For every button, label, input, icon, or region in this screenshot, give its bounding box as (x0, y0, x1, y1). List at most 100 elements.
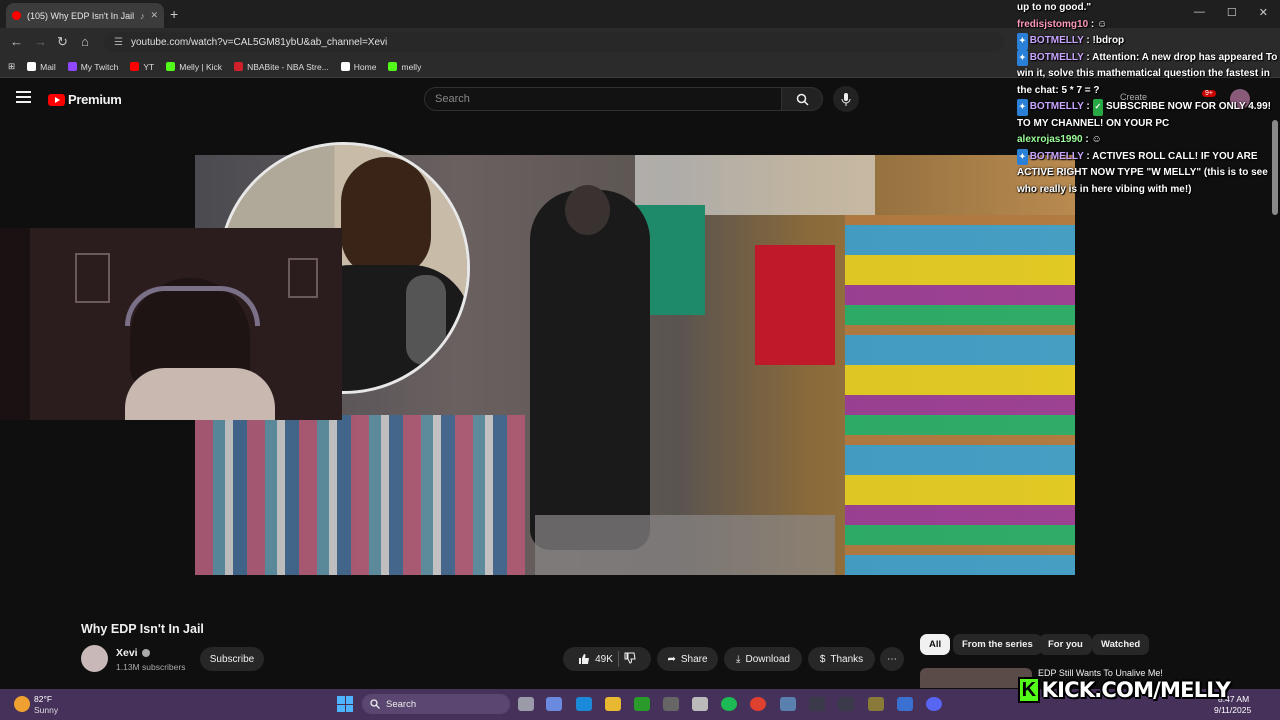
store-shelf-right (845, 215, 1075, 575)
chip-for-you[interactable]: For you (1039, 634, 1092, 655)
youtube-logo[interactable]: Premium (48, 92, 122, 107)
search-icon (370, 699, 380, 709)
weather-sun-icon[interactable] (14, 696, 30, 712)
more-actions-button[interactable]: ⋯ (880, 647, 904, 671)
dislike-button[interactable] (624, 652, 636, 667)
apps-grid-icon[interactable]: ⊞ (8, 61, 15, 72)
new-tab-button[interactable]: + (170, 6, 178, 22)
tab-audio-icon[interactable]: ♪ (140, 11, 145, 21)
chat-message: ✦ BOTMELLY : !bdrop (1017, 33, 1280, 50)
file-explorer-icon[interactable] (605, 697, 621, 711)
voice-search-button[interactable] (833, 86, 859, 112)
x-icon (340, 62, 350, 71)
download-button[interactable]: ⤓ Download (724, 647, 802, 671)
bookmark-mail[interactable]: Mail (27, 62, 56, 72)
chat-username: BOTMELLY (1029, 150, 1084, 162)
nba-icon (234, 62, 244, 71)
weather-description[interactable]: Sunny (34, 705, 58, 715)
emote-icon: ☺ (1091, 134, 1102, 145)
app-icon-blue[interactable] (897, 697, 913, 711)
chat-username: fredisjstomg10 (1017, 18, 1089, 30)
taskbar-clock-date[interactable]: 9/11/2025 (1214, 705, 1251, 715)
twitch-icon (67, 62, 77, 71)
edge-icon[interactable] (576, 697, 592, 711)
chip-all[interactable]: All (920, 634, 951, 655)
thanks-button[interactable]: $ Thanks (808, 647, 875, 671)
app-icon[interactable] (868, 697, 884, 711)
chip-watched[interactable]: Watched (1092, 634, 1150, 655)
chat-message: alexrojas1990 : ☺ (1017, 134, 1102, 145)
task-view-icon[interactable] (518, 697, 534, 711)
bookmark-home[interactable]: Home (340, 62, 376, 72)
download-icon: ⤓ (736, 653, 741, 665)
reactor-head (341, 157, 431, 277)
kick-logo-icon: K (1018, 677, 1040, 703)
weather-temperature[interactable]: 82°F (34, 694, 52, 704)
browser-tab[interactable]: (105) Why EDP Isn't In Jail ♪ ✕ (6, 3, 164, 28)
chat-message: up to no good." (1017, 2, 1092, 13)
microphone-prop (406, 275, 446, 365)
media-player-icon[interactable] (809, 697, 825, 711)
search-input[interactable]: Search (424, 87, 782, 111)
copilot-icon[interactable] (546, 697, 562, 711)
obs-icon[interactable] (838, 697, 854, 711)
bookmark-melly-kick[interactable]: Melly | Kick (166, 62, 222, 72)
like-dislike-group: 49K (563, 647, 651, 671)
video-title: Why EDP Isn't In Jail (81, 622, 204, 636)
site-info-icon[interactable]: ☰ (114, 37, 123, 48)
headset-icon (125, 286, 260, 326)
tab-title: (105) Why EDP Isn't In Jail (27, 10, 134, 21)
bookmark-melly[interactable]: melly (388, 62, 421, 72)
like-separator (617, 651, 619, 667)
wall-frame-right (288, 258, 318, 298)
chip-from-the-series[interactable]: From the series (953, 634, 1042, 655)
photos-icon[interactable] (780, 697, 796, 711)
stream-chat-overlay: up to no good." fredisjstomg10 : ☺ ✦ BOTM… (1017, 0, 1280, 198)
back-arrow-icon[interactable]: ← (10, 34, 23, 49)
emote-icon: ☺ (1097, 18, 1108, 30)
subscribe-button[interactable]: Subscribe (200, 647, 264, 671)
share-button[interactable]: ➦ Share (657, 647, 718, 671)
taskbar-search[interactable]: Search (362, 694, 510, 714)
spotify-icon[interactable] (721, 697, 737, 711)
mail-icon (27, 62, 37, 71)
discord-icon[interactable] (926, 697, 942, 711)
bookmark-nbabite[interactable]: NBABite - NBA Stre... (234, 62, 329, 72)
recommended-video-thumbnail[interactable] (920, 668, 1032, 688)
red-cooler (755, 245, 835, 365)
microphone-icon (841, 92, 851, 106)
youtube-favicon-icon (12, 11, 21, 20)
xbox-icon[interactable] (634, 697, 650, 711)
bookmark-my-twitch[interactable]: My Twitch (67, 62, 118, 72)
bot-badge-icon: ✦ (1017, 99, 1028, 116)
kick-channel-banner: K KICK.COM/MELLY (1018, 676, 1231, 704)
chat-username: alexrojas1990 (1017, 134, 1083, 145)
bot-badge-icon: ✦ (1017, 33, 1028, 50)
home-icon[interactable]: ⌂ (81, 34, 89, 49)
bookmark-yt[interactable]: YT (130, 62, 154, 72)
channel-name[interactable]: Xevi (116, 647, 150, 659)
menu-icon[interactable] (16, 91, 31, 103)
chat-message: ✦ BOTMELLY : ACTIVES ROLL CALL! IF YOU AR… (1017, 148, 1268, 195)
store-icon[interactable] (692, 697, 708, 711)
thumbs-up-icon (579, 654, 590, 664)
forward-arrow-icon[interactable]: → (34, 34, 47, 49)
like-button[interactable]: 49K (578, 653, 613, 665)
channel-avatar[interactable] (81, 645, 108, 672)
windows-start-icon[interactable] (337, 696, 353, 712)
verified-icon (141, 649, 150, 657)
premium-label: Premium (68, 92, 122, 107)
chat-message: fredisjstomg10 : ☺ (1017, 18, 1108, 30)
chat-username: BOTMELLY (1029, 35, 1084, 46)
tab-close-icon[interactable]: ✕ (150, 10, 158, 21)
super-thanks-icon: $ (819, 653, 826, 665)
streamer-shirt (125, 368, 275, 420)
steam-icon[interactable] (663, 697, 679, 711)
checkmark-icon: ✓ (1092, 99, 1104, 116)
address-bar[interactable]: ☰ youtube.com/watch?v=CAL5GM81ybU&ab_cha… (104, 32, 1004, 52)
search-button[interactable] (781, 87, 823, 111)
chrome-icon[interactable] (750, 697, 766, 711)
bot-badge-icon: ✦ (1017, 49, 1028, 66)
reload-icon[interactable]: ↻ (57, 34, 68, 50)
wall-frame (75, 253, 110, 303)
